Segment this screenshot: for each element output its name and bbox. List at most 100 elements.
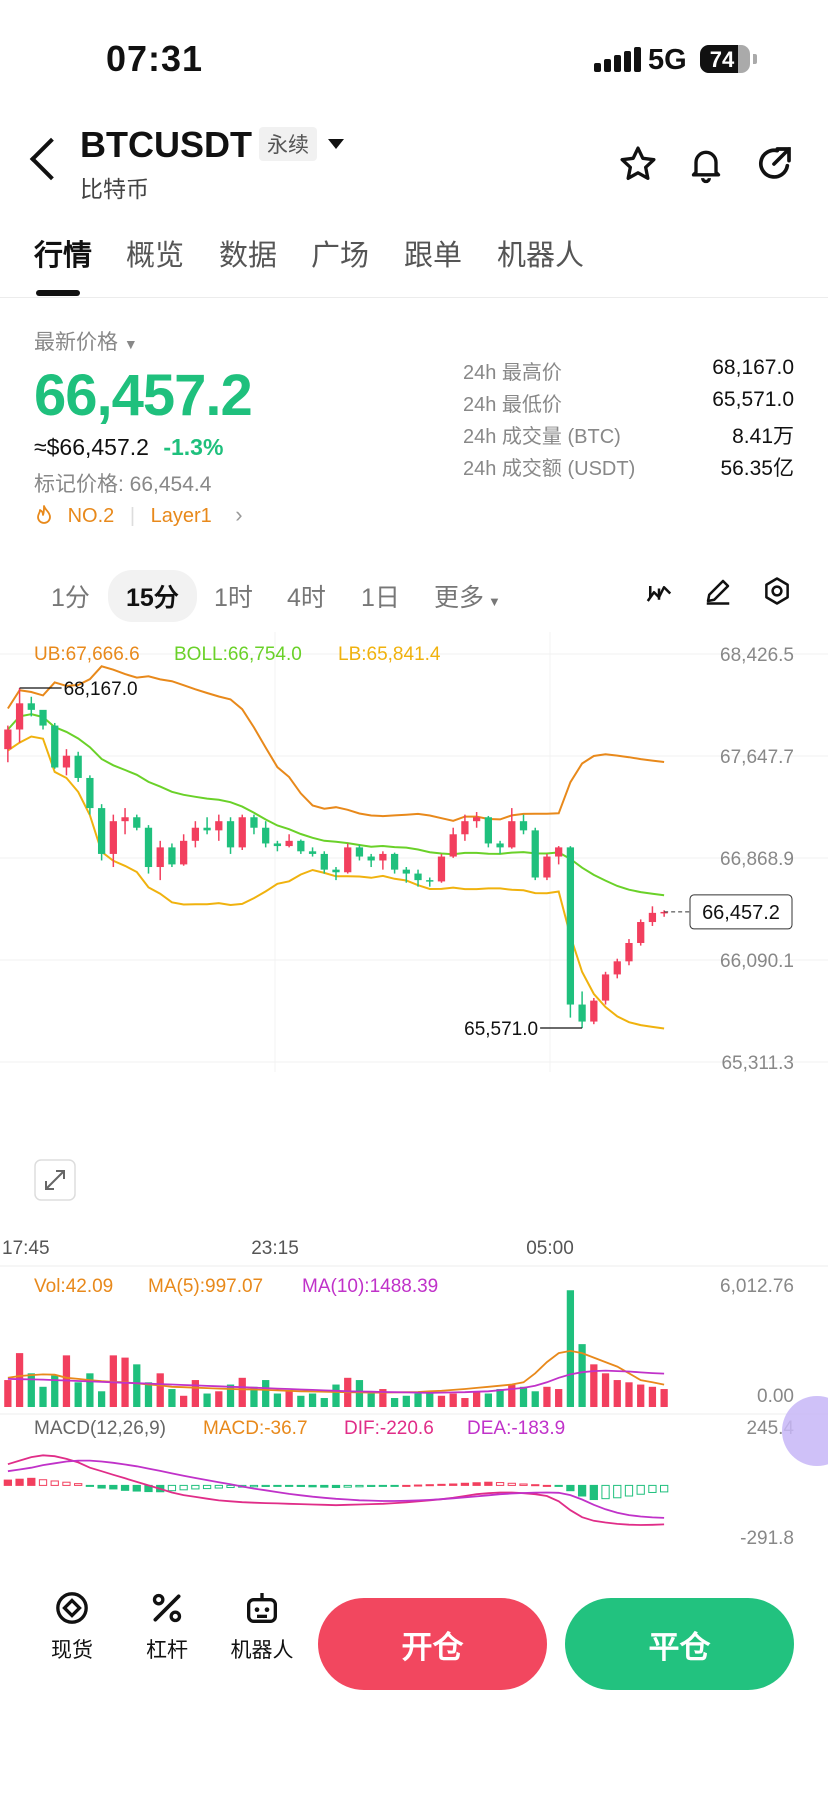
open-position-button[interactable]: 开仓 bbox=[318, 1598, 547, 1690]
volume-bar bbox=[461, 1398, 469, 1407]
close-position-button[interactable]: 平仓 bbox=[565, 1598, 794, 1690]
volume-bar bbox=[555, 1389, 563, 1407]
macd-histogram-bar bbox=[449, 1483, 458, 1486]
symbol-title[interactable]: BTCUSDT bbox=[80, 124, 252, 166]
price-axis-label: 68,426.5 bbox=[720, 645, 794, 666]
macd-axis-label: -291.8 bbox=[740, 1528, 794, 1549]
volume-bar bbox=[297, 1395, 305, 1407]
interval-more[interactable]: 更多 ▼ bbox=[434, 578, 501, 614]
candle-body bbox=[613, 961, 621, 975]
candle-body bbox=[437, 856, 446, 882]
volume-axis-label: 6,012.76 bbox=[720, 1276, 794, 1297]
main-tabs: 行情 概览 数据 广场 跟单 机器人 bbox=[0, 232, 828, 294]
volume-bar bbox=[273, 1393, 282, 1407]
macd-histogram-bar bbox=[179, 1484, 188, 1491]
volume-bar bbox=[437, 1395, 446, 1407]
rank-row[interactable]: NO.2 | Layer1 › bbox=[34, 502, 243, 528]
chevron-down-icon: ▼ bbox=[488, 594, 501, 609]
share-icon[interactable] bbox=[754, 144, 794, 184]
candle-body bbox=[308, 851, 317, 854]
interval-more-label: 更多 bbox=[434, 584, 485, 612]
interval-4h[interactable]: 4时 bbox=[287, 578, 326, 614]
volume-bar bbox=[133, 1364, 141, 1407]
tab-copy[interactable]: 跟单 bbox=[404, 232, 462, 274]
volume-bar bbox=[566, 1290, 575, 1407]
volume-bar bbox=[355, 1380, 364, 1407]
candle-body bbox=[496, 843, 504, 848]
volume-bar bbox=[191, 1380, 200, 1407]
robot-icon bbox=[247, 1593, 277, 1623]
candle-body bbox=[402, 869, 410, 874]
volume-bar bbox=[180, 1395, 188, 1407]
nav-spot[interactable]: 现货 bbox=[32, 1588, 112, 1664]
star-icon[interactable] bbox=[618, 144, 658, 184]
bell-icon[interactable] bbox=[686, 144, 726, 184]
nav-spot-label: 现货 bbox=[51, 1639, 93, 1662]
macd-histogram-bar bbox=[636, 1484, 645, 1495]
mark-price: 标记价格: 66,454.4 bbox=[34, 473, 212, 496]
candle-body bbox=[426, 880, 434, 882]
volume-bar bbox=[226, 1384, 235, 1407]
candle-body bbox=[332, 869, 340, 873]
indicator-icon[interactable] bbox=[644, 576, 674, 606]
chevron-right-icon: › bbox=[235, 502, 243, 527]
interval-15m[interactable]: 15分 bbox=[108, 570, 197, 622]
volume-bar bbox=[449, 1393, 457, 1407]
macd-histogram-bar bbox=[577, 1484, 587, 1497]
macd-histogram-bar bbox=[167, 1484, 177, 1492]
tab-square[interactable]: 广场 bbox=[311, 232, 369, 274]
candle-body bbox=[15, 703, 24, 730]
volume-bar bbox=[97, 1391, 106, 1407]
volume-bar bbox=[27, 1373, 35, 1407]
nav-robot[interactable]: 机器人 bbox=[222, 1588, 302, 1664]
candle-body bbox=[191, 827, 200, 841]
last-price: 66,457.2 bbox=[34, 363, 253, 428]
volume-bar bbox=[168, 1389, 176, 1407]
volume-bar bbox=[543, 1386, 551, 1407]
macd-legend-label: DIF:-220.6 bbox=[344, 1418, 434, 1439]
symbol-dropdown-icon[interactable] bbox=[328, 139, 344, 149]
candle-body bbox=[379, 853, 387, 861]
kline-svg[interactable]: UB:67,666.6 BOLL:66,754.0 LB:65,841.4 68,42… bbox=[0, 632, 828, 1552]
candle-body bbox=[226, 821, 235, 848]
macd-histogram-bar bbox=[484, 1481, 493, 1486]
macd-dif-line bbox=[7, 1454, 665, 1526]
back-icon[interactable] bbox=[29, 137, 73, 181]
price-change: -1.3% bbox=[163, 434, 224, 460]
spot-icon bbox=[56, 1592, 88, 1624]
macd-histogram-bar bbox=[425, 1484, 434, 1487]
tab-market[interactable]: 行情 bbox=[34, 232, 92, 274]
nav-leverage[interactable]: 杠杆 bbox=[127, 1588, 207, 1664]
interval-1h[interactable]: 1时 bbox=[214, 578, 253, 614]
settings-icon[interactable] bbox=[762, 576, 792, 606]
volume-legend-label: MA(10):1488.39 bbox=[302, 1276, 438, 1297]
candle-body bbox=[39, 709, 47, 726]
kline-chart[interactable]: UB:67,666.6 BOLL:66,754.0 LB:65,841.4 68,42… bbox=[0, 632, 828, 1552]
macd-histogram-bar bbox=[331, 1484, 341, 1489]
macd-histogram-bar bbox=[191, 1484, 200, 1490]
low-marker-label: 65,571.0 bbox=[464, 1019, 538, 1040]
volume-bar bbox=[414, 1393, 422, 1407]
volume-bar bbox=[156, 1373, 164, 1407]
candle-body bbox=[555, 847, 563, 857]
tab-robot[interactable]: 机器人 bbox=[497, 232, 584, 274]
tab-overview[interactable]: 概览 bbox=[126, 232, 184, 274]
battery-nub bbox=[753, 54, 757, 64]
latest-price-label[interactable]: 最新价格 ▼ bbox=[34, 326, 138, 356]
draw-pen-icon[interactable] bbox=[703, 576, 733, 606]
candle-body bbox=[531, 830, 539, 878]
volume-bar bbox=[484, 1393, 492, 1407]
volume-bar bbox=[262, 1380, 270, 1407]
volume-bar bbox=[144, 1382, 153, 1407]
macd-histogram-bar bbox=[624, 1484, 634, 1497]
signal-icon bbox=[594, 47, 644, 72]
candle-body bbox=[543, 856, 551, 878]
tab-data[interactable]: 数据 bbox=[219, 232, 277, 274]
interval-1d[interactable]: 1日 bbox=[361, 578, 400, 614]
time-axis-label: 23:15 bbox=[251, 1238, 299, 1259]
volume-bar bbox=[74, 1382, 82, 1407]
volume-legend-label: MA(5):997.07 bbox=[148, 1276, 263, 1297]
interval-1m[interactable]: 1分 bbox=[51, 578, 90, 614]
macd-histogram-bar bbox=[308, 1484, 317, 1488]
macd-histogram-bar bbox=[507, 1482, 516, 1486]
